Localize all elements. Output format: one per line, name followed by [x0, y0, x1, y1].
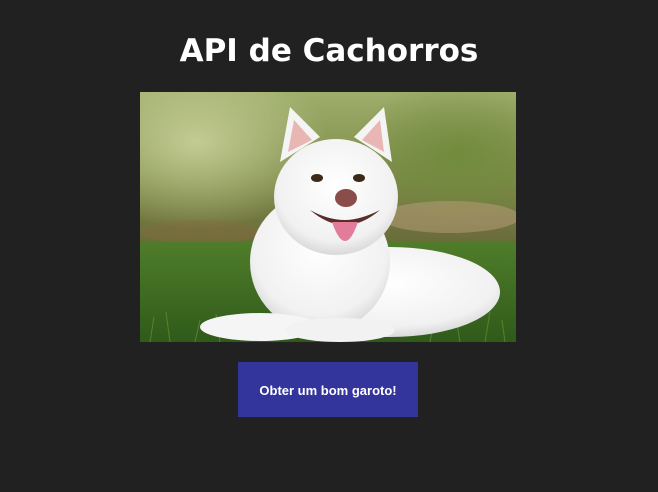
page-title: API de Cachorros — [179, 33, 479, 69]
get-good-boy-button[interactable]: Obter um bom garoto! — [238, 362, 418, 417]
dog-photo — [140, 92, 516, 342]
